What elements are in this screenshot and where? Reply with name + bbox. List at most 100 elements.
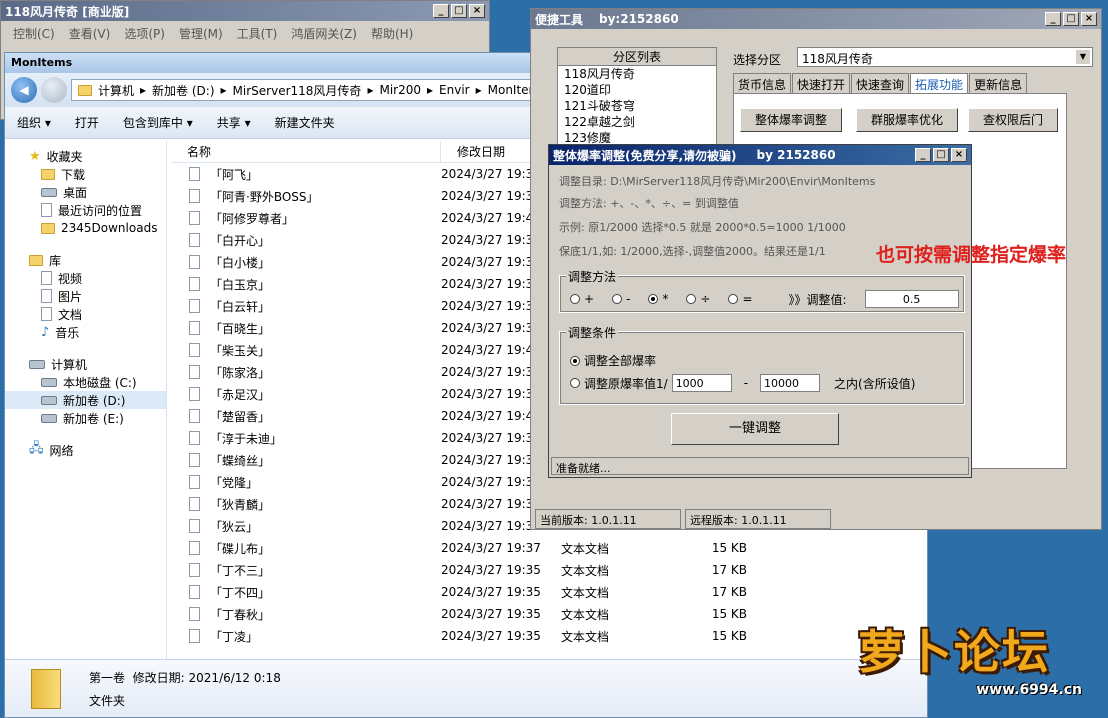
picture-icon <box>41 289 52 303</box>
nav-drive-e[interactable]: 新加卷 (E:) <box>5 409 166 427</box>
nav-pictures[interactable]: 图片 <box>5 287 166 305</box>
nav-computer[interactable]: 计算机 <box>5 355 166 373</box>
watermark-url: www.6994.cn <box>976 682 1082 698</box>
new-folder-button[interactable]: 新建文件夹 <box>275 114 335 131</box>
minimize-button[interactable]: _ <box>433 4 449 18</box>
file-date: 2024/3/27 19:37 <box>441 541 541 555</box>
file-name: 「白小楼」 <box>210 255 271 270</box>
file-name: 「百晓生」 <box>210 321 271 336</box>
op-plus-radio[interactable]: + <box>570 292 594 306</box>
tab-currency[interactable]: 货币信息 <box>733 73 792 95</box>
close-button[interactable]: × <box>951 148 967 162</box>
op-divide-radio[interactable]: ÷ <box>686 292 710 306</box>
tool-title-bar: 便捷工具 by:2152860 _ □ × <box>531 9 1101 29</box>
file-row[interactable]: 「丁春秋」 2024/3/27 19:35 文本文档 15 KB <box>171 603 927 625</box>
include-library-button[interactable]: 包含到库中 ▾ <box>123 114 193 131</box>
drop-rate-adjust-button[interactable]: 整体爆率调整 <box>740 108 842 132</box>
text-file-icon <box>189 409 200 423</box>
crumb-server[interactable]: MirServer118风月传奇 <box>233 82 362 99</box>
text-file-icon <box>189 321 200 335</box>
tab-extensions[interactable]: 拓展功能 <box>910 73 969 95</box>
close-button[interactable]: × <box>469 4 485 18</box>
column-name[interactable]: 名称 <box>171 141 441 162</box>
maximize-button[interactable]: □ <box>1063 12 1079 26</box>
tab-quick-open[interactable]: 快速打开 <box>792 73 851 95</box>
crumb-envir[interactable]: Envir <box>439 83 470 97</box>
op-minus-radio[interactable]: - <box>612 292 630 306</box>
file-row[interactable]: 「丁不四」 2024/3/27 19:35 文本文档 17 KB <box>171 581 927 603</box>
file-row[interactable]: 「丁不三」 2024/3/27 19:35 文本文档 17 KB <box>171 559 927 581</box>
run-adjust-button[interactable]: 一键调整 <box>671 413 839 445</box>
details-date-label: 修改日期: <box>132 670 185 685</box>
share-button[interactable]: 共享 ▾ <box>217 114 251 131</box>
app-title: 118风月传奇 [商业版] <box>5 4 130 19</box>
partition-select[interactable]: 118风月传奇 ▼ <box>797 47 1093 67</box>
range-from-input[interactable]: 1000 <box>671 374 732 392</box>
range-to-input[interactable]: 10000 <box>760 374 821 392</box>
menu-tools[interactable]: 工具(T) <box>237 25 278 42</box>
nav-downloads[interactable]: 下载 <box>5 165 166 183</box>
desktop-icon <box>41 187 57 197</box>
menu-manage[interactable]: 管理(M) <box>179 25 223 42</box>
nav-2345downloads[interactable]: 2345Downloads <box>5 219 166 237</box>
nav-network[interactable]: 🖧 网络 <box>5 441 166 459</box>
nav-documents[interactable]: 文档 <box>5 305 166 323</box>
document-icon <box>41 307 52 321</box>
partition-item[interactable]: 121斗破苍穹 <box>558 98 716 114</box>
partition-item[interactable]: 118风月传奇 <box>558 66 716 82</box>
cond-range-radio[interactable]: 调整原爆率值1/ <box>570 375 668 392</box>
drive-icon <box>41 377 57 387</box>
partition-item[interactable]: 122卓越之剑 <box>558 114 716 130</box>
close-button[interactable]: × <box>1081 12 1097 26</box>
menu-help[interactable]: 帮助(H) <box>371 25 413 42</box>
menu-control[interactable]: 控制(C) <box>13 25 55 42</box>
check-backdoor-button[interactable]: 查权限后门 <box>968 108 1058 132</box>
menu-gateway[interactable]: 鸿盾网关(Z) <box>291 25 357 42</box>
value-input[interactable]: 0.5 <box>864 290 959 308</box>
group-drop-optimize-button[interactable]: 群服爆率优化 <box>856 108 958 132</box>
cond-all-radio[interactable]: 调整全部爆率 <box>570 352 656 369</box>
partition-item[interactable]: 120道印 <box>558 82 716 98</box>
file-date: 2024/3/27 19:35 <box>441 607 541 621</box>
chevron-down-icon[interactable]: ▼ <box>1076 50 1090 64</box>
file-name: 「淳于未迪」 <box>210 431 283 446</box>
text-file-icon <box>189 629 200 643</box>
nav-recent[interactable]: 最近访问的位置 <box>5 201 166 219</box>
menu-options[interactable]: 选项(P) <box>124 25 165 42</box>
file-name: 「丁不三」 <box>210 563 271 578</box>
tab-quick-query[interactable]: 快速查询 <box>851 73 910 95</box>
text-file-icon <box>189 233 200 247</box>
crumb-computer[interactable]: 计算机 <box>98 82 134 99</box>
back-button[interactable]: ◀ <box>11 77 37 103</box>
nav-desktop[interactable]: 桌面 <box>5 183 166 201</box>
open-button[interactable]: 打开 <box>75 114 99 131</box>
file-date: 2024/3/27 19:35 <box>441 629 541 643</box>
maximize-button[interactable]: □ <box>933 148 949 162</box>
nav-videos[interactable]: 视频 <box>5 269 166 287</box>
nav-favorites[interactable]: ★ 收藏夹 <box>5 147 166 165</box>
minimize-button[interactable]: _ <box>915 148 931 162</box>
op-equals-radio[interactable]: = <box>728 292 753 306</box>
minimize-button[interactable]: _ <box>1045 12 1061 26</box>
nav-drive-d[interactable]: 新加卷 (D:) <box>5 391 166 409</box>
menu-view[interactable]: 查看(V) <box>69 25 111 42</box>
file-name: 「狄云」 <box>210 519 259 534</box>
crumb-drive[interactable]: 新加卷 (D:) <box>152 82 214 99</box>
forward-button[interactable] <box>41 77 67 103</box>
file-row[interactable]: 「碟儿布」 2024/3/27 19:37 文本文档 15 KB <box>171 537 927 559</box>
partition-list[interactable]: 分区列表 118风月传奇 120道印 121斗破苍穹 122卓越之剑 123修魔 <box>557 47 717 147</box>
nav-music[interactable]: ♪ 音乐 <box>5 323 166 341</box>
maximize-button[interactable]: □ <box>451 4 467 18</box>
organize-button[interactable]: 组织 ▾ <box>17 114 51 131</box>
file-name: 「阿修罗尊者」 <box>210 211 295 226</box>
file-row[interactable]: 「丁凌」 2024/3/27 19:35 文本文档 15 KB <box>171 625 927 647</box>
crumb-mir200[interactable]: Mir200 <box>379 83 421 97</box>
version-bar: 当前版本: 1.0.1.11 远程版本: 1.0.1.11 <box>531 509 1101 529</box>
folder-icon <box>78 84 92 96</box>
range-suffix: 之内(含所设值) <box>834 376 916 391</box>
nav-libraries[interactable]: 库 <box>5 251 166 269</box>
text-file-icon <box>189 255 200 269</box>
tab-updates[interactable]: 更新信息 <box>969 73 1028 95</box>
nav-drive-c[interactable]: 本地磁盘 (C:) <box>5 373 166 391</box>
op-multiply-radio[interactable]: * <box>648 292 668 306</box>
